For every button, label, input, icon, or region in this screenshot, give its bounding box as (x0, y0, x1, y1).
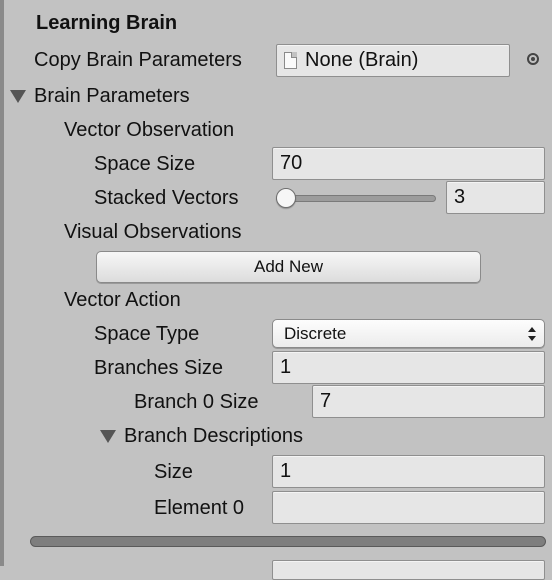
foldout-arrow-icon[interactable] (10, 90, 26, 103)
copy-brain-label: Copy Brain Parameters (34, 49, 242, 71)
partial-field-below (272, 560, 545, 580)
copy-brain-value: None (Brain) (305, 49, 419, 71)
branch-0-size-input[interactable]: 7 (312, 385, 545, 418)
space-size-input[interactable]: 70 (272, 147, 545, 180)
branch-0-size-label: Branch 0 Size (134, 391, 259, 413)
object-icon (284, 52, 297, 69)
size-input[interactable]: 1 (272, 455, 545, 488)
copy-brain-object-field[interactable]: None (Brain) (276, 44, 510, 77)
element-0-label: Element 0 (154, 497, 245, 519)
space-type-label: Space Type (94, 323, 200, 345)
branch-descriptions-foldout[interactable]: Branch Descriptions (124, 424, 303, 448)
foldout-arrow-icon[interactable] (100, 430, 116, 443)
visual-observations-header: Visual Observations (64, 221, 242, 243)
space-type-value: Discrete (284, 324, 347, 343)
add-new-button[interactable]: Add New (96, 251, 481, 283)
stacked-vectors-label: Stacked Vectors (94, 187, 239, 209)
object-picker-icon[interactable] (527, 53, 539, 65)
vector-observation-header: Vector Observation (64, 119, 235, 141)
horizontal-scrollbar[interactable] (30, 536, 546, 547)
stacked-vectors-slider-thumb[interactable] (276, 188, 296, 208)
space-size-label: Space Size (94, 153, 196, 175)
left-edge-strip (0, 0, 4, 566)
section-title: Learning Brain (36, 12, 178, 34)
brain-parameters-foldout[interactable]: Brain Parameters (34, 84, 190, 108)
vector-action-header: Vector Action (64, 289, 181, 311)
stacked-vectors-input[interactable]: 3 (446, 181, 545, 214)
stacked-vectors-slider-track[interactable] (276, 195, 436, 202)
updown-arrows-icon (528, 327, 536, 341)
branches-size-label: Branches Size (94, 357, 223, 379)
size-label: Size (154, 461, 193, 483)
element-0-input[interactable] (272, 491, 545, 524)
branches-size-input[interactable]: 1 (272, 351, 545, 384)
space-type-dropdown[interactable]: Discrete (272, 319, 545, 348)
